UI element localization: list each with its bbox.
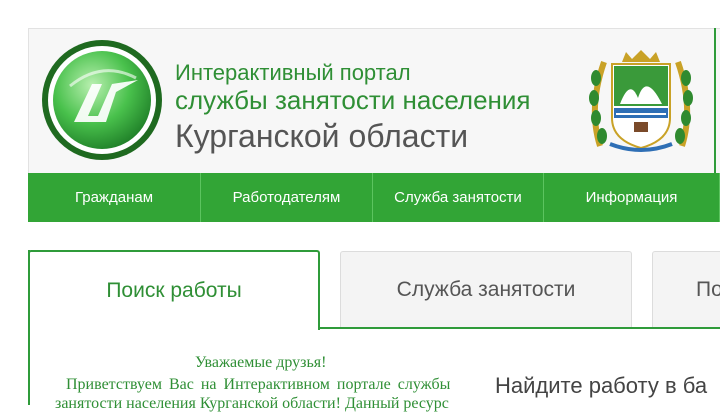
- title-line-1: Интерактивный портал: [175, 60, 411, 85]
- welcome-greeting: Уважаемые друзья!: [195, 354, 327, 371]
- portal-logo-icon[interactable]: [40, 38, 164, 162]
- main-nav: Гражданам Работодателям Служба занятости…: [28, 173, 720, 222]
- nav-item-citizens[interactable]: Гражданам: [28, 173, 201, 222]
- nav-item-employers[interactable]: Работодателям: [201, 173, 373, 222]
- tab-third[interactable]: По: [652, 251, 720, 327]
- title-line-3: Курганской области: [175, 118, 469, 154]
- tab-panel-border-top: [318, 327, 720, 329]
- kurgan-coat-of-arms-icon: [589, 50, 693, 152]
- tab-panel-border-left: [28, 250, 30, 405]
- tab-employment-service[interactable]: Служба занятости: [340, 251, 632, 327]
- nav-item-information[interactable]: Информация: [544, 173, 720, 222]
- nav-item-employment-service[interactable]: Служба занятости: [373, 173, 544, 222]
- header-accent-line: [714, 28, 716, 173]
- welcome-text-line-1: Приветствуем Вас на Интерактивном портал…: [66, 376, 451, 393]
- welcome-text-line-2: занятости населения Курганской области! …: [55, 395, 449, 412]
- title-line-2: службы занятости населения: [175, 85, 531, 115]
- tab-job-search[interactable]: Поиск работы: [28, 250, 320, 330]
- find-job-heading: Найдите работу в ба: [495, 373, 708, 398]
